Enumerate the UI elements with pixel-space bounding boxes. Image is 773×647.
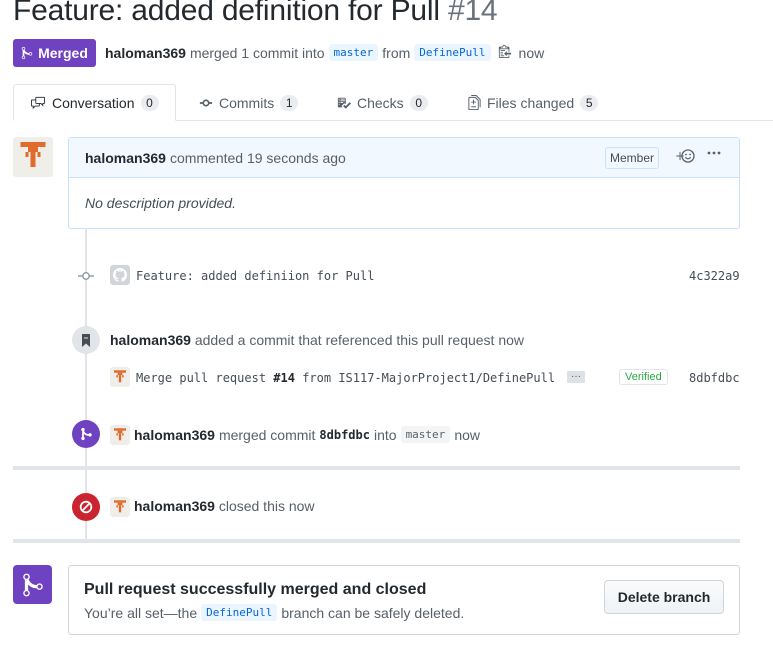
pr-time: now: [518, 44, 545, 61]
git-merge-icon: [13, 565, 52, 604]
git-merge-icon: [21, 46, 33, 60]
event-author[interactable]: haloman369: [110, 332, 191, 348]
avatar[interactable]: [13, 137, 53, 177]
avatar[interactable]: [110, 367, 130, 387]
git-commit-icon: [78, 269, 94, 286]
member-label: Member: [604, 147, 659, 169]
avatar[interactable]: [110, 497, 130, 517]
add-reaction-icon[interactable]: +: [675, 148, 695, 167]
tab-label: Conversation: [52, 94, 135, 111]
kebab-horizontal-icon[interactable]: [707, 145, 721, 166]
identicon-icon: [20, 142, 46, 167]
commit-msg-suffix: from IS117-MajorProject1/DefinePull: [302, 371, 556, 385]
event-time: now: [454, 426, 480, 443]
commit-sha[interactable]: 8dbfdbc: [689, 371, 740, 385]
git-commit-icon: [199, 99, 213, 106]
circle-slash-icon: [72, 493, 100, 521]
commit-msg-prefix: Merge pull request: [136, 371, 267, 385]
tab-counter: 0: [140, 94, 159, 111]
status-label: Merged: [38, 45, 88, 61]
identicon-icon: [114, 499, 126, 512]
comment-box: haloman369 commented 19 seconds ago Memb…: [68, 137, 740, 229]
comment-action: commented 19 seconds ago: [169, 149, 346, 166]
subtitle-prefix: You’re all set—the: [84, 604, 198, 621]
tab-conversation[interactable]: Conversation 0: [13, 84, 176, 121]
tab-commits[interactable]: Commits 1: [199, 84, 299, 121]
closed-event: haloman369 closed this now: [134, 498, 315, 514]
head-branch[interactable]: DefinePull: [414, 44, 491, 61]
merge-status-title: Pull request successfully merged and clo…: [84, 581, 427, 598]
base-branch[interactable]: master: [400, 426, 451, 443]
pr-title: Feature: added definition for Pull: [13, 0, 440, 27]
commit-sha[interactable]: 4c322a9: [689, 269, 740, 283]
subtitle-suffix: branch can be safely deleted.: [281, 604, 465, 621]
verified-badge[interactable]: Verified: [619, 369, 668, 385]
tab-counter: 5: [580, 94, 599, 111]
author-link[interactable]: haloman369: [105, 45, 186, 61]
tab-label: Files changed: [487, 94, 575, 111]
event-author[interactable]: haloman369: [134, 427, 215, 443]
avatar[interactable]: [110, 425, 130, 445]
bookmark-icon: [72, 326, 100, 354]
merge-status-subtitle: You’re all set—the DefinePull branch can…: [84, 604, 464, 621]
tab-label: Checks: [357, 94, 404, 111]
identicon-icon: [114, 369, 126, 382]
commit-message[interactable]: Feature: added definiion for Pull: [136, 269, 374, 283]
commit-sha[interactable]: 8dbfdbc: [319, 428, 370, 442]
base-branch[interactable]: master: [328, 44, 379, 61]
reference-event: haloman369 added a commit that reference…: [110, 332, 524, 348]
event-author[interactable]: haloman369: [134, 498, 215, 514]
merge-commit-message[interactable]: Merge pull request #14 from IS117-MajorP…: [136, 371, 555, 385]
page-title: Feature: added definition for Pull #14: [13, 0, 498, 28]
checklist-icon: [337, 97, 351, 109]
timeline-divider: [13, 466, 740, 470]
identicon-icon: [114, 427, 126, 440]
timeline-divider: [13, 539, 740, 543]
comment-author[interactable]: haloman369: [85, 150, 166, 166]
pr-meta: haloman369 merged 1 commit into master f…: [105, 44, 544, 61]
into-word: into: [373, 426, 397, 443]
merge-status-box: Pull request successfully merged and clo…: [68, 565, 740, 635]
merged-event: haloman369 merged commit 8dbfdbc into ma…: [134, 426, 480, 443]
git-merge-icon: [72, 420, 100, 448]
github-avatar-icon[interactable]: [110, 265, 130, 285]
comment-discussion-icon: [31, 96, 45, 109]
delete-branch-button[interactable]: Delete branch: [604, 580, 724, 614]
status-badge: Merged: [13, 39, 96, 67]
event-text: added a commit that referenced this pull…: [194, 332, 525, 348]
pr-number: #14: [447, 0, 498, 27]
file-diff-icon: [468, 95, 481, 110]
merge-summary: merged 1 commit into: [189, 44, 325, 61]
tab-counter: 1: [280, 94, 299, 111]
expand-button[interactable]: ···: [567, 371, 585, 383]
copy-icon[interactable]: [498, 44, 512, 61]
tab-label: Commits: [219, 94, 275, 111]
from-word: from: [382, 44, 411, 61]
tab-counter: 0: [409, 94, 428, 111]
comment-body: No description provided.: [85, 195, 236, 211]
commit-pr-link[interactable]: #14: [273, 371, 295, 385]
tab-files-changed[interactable]: Files changed 5: [468, 84, 599, 121]
event-text: merged commit: [218, 426, 316, 443]
tab-checks[interactable]: Checks 0: [337, 84, 428, 121]
event-text: closed this now: [218, 498, 315, 514]
head-branch[interactable]: DefinePull: [201, 604, 278, 621]
